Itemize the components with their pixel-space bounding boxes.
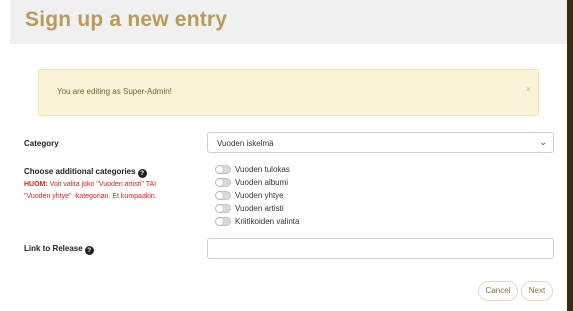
category-select[interactable]: Vuoden iskelmä ⌄ [207,132,554,153]
link-to-release-input[interactable] [207,238,554,259]
alert-message: You are editing as Super-Admin! [57,87,172,96]
help-icon[interactable]: ? [137,169,147,178]
help-icon[interactable]: ? [84,246,94,255]
toggle-label: Vuoden tulokas [235,165,290,174]
toggle-row-kriitikoiden-valinta[interactable]: Kriitikoiden valinta [215,215,299,228]
toggle-switch[interactable] [215,204,231,213]
toggle-switch[interactable] [215,191,231,200]
page-header: Sign up a new entry [10,0,567,44]
toggle-row-vuoden-artisti[interactable]: Vuoden artisti [215,202,299,215]
page-title: Sign up a new entry [25,8,228,31]
toggle-row-vuoden-yhtye[interactable]: Vuoden yhtye [215,189,299,202]
category-label: Category [24,139,59,148]
additional-categories-list: Vuoden tulokas Vuoden albumi Vuoden yhty… [215,163,299,228]
next-button[interactable]: Next [521,281,553,301]
cancel-button[interactable]: Cancel [478,281,518,301]
warning-prefix: HUOM: [24,181,48,188]
super-admin-alert: You are editing as Super-Admin! × [38,69,539,116]
chevron-down-icon: ⌄ [539,137,547,147]
additional-categories-label: Choose additional categories? [24,167,147,178]
toggle-label: Vuoden albumi [235,178,289,187]
category-selected-value: Vuoden iskelmä [217,139,274,148]
toggle-row-vuoden-tulokas[interactable]: Vuoden tulokas [215,163,299,176]
additional-categories-label-text: Choose additional categories [24,167,136,176]
link-to-release-label-text: Link to Release [24,244,83,253]
toggle-label: Kriitikoiden valinta [235,217,300,226]
category-warning: HUOM: Voit valita joko "Vuoden artisti" … [24,179,184,203]
close-icon[interactable]: × [526,84,531,94]
toggle-label: Vuoden yhtye [235,191,284,200]
toggle-label: Vuoden artisti [235,204,284,213]
toggle-switch[interactable] [215,217,231,226]
window-edge [567,0,573,311]
toggle-switch[interactable] [215,165,231,174]
toggle-row-vuoden-albumi[interactable]: Vuoden albumi [215,176,299,189]
link-to-release-label: Link to Release? [24,244,94,255]
toggle-switch[interactable] [215,178,231,187]
